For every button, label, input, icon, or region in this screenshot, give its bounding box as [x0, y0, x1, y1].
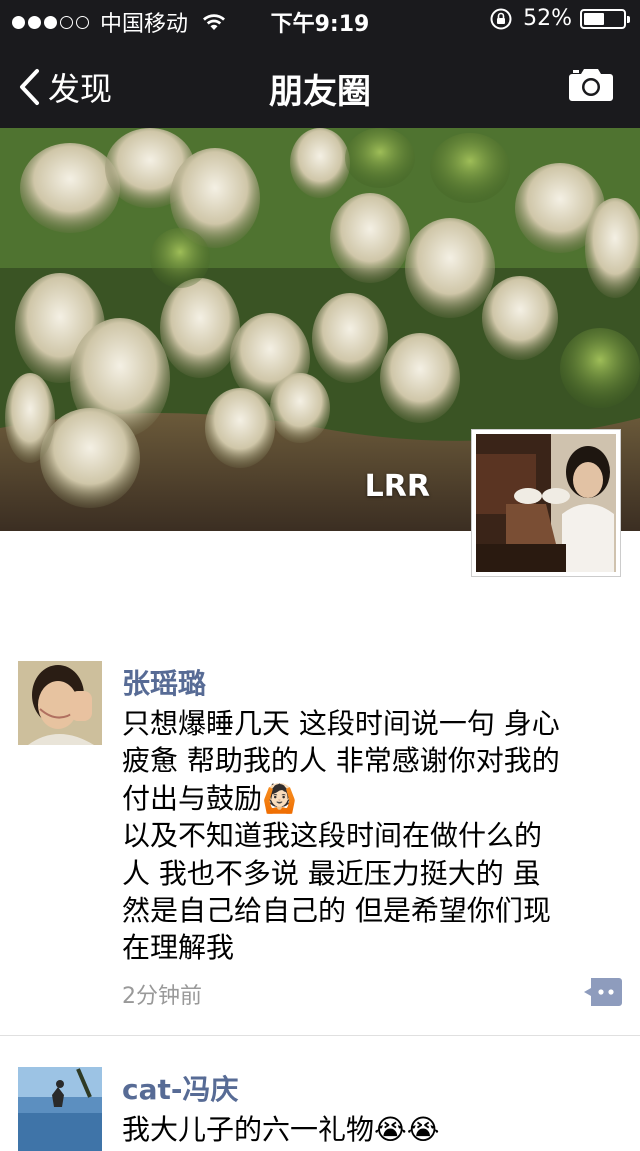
- avatar-photo: [18, 661, 102, 745]
- status-right: 52%: [489, 6, 630, 31]
- post-author-name[interactable]: cat-冯庆: [122, 1068, 239, 1108]
- avatar-photo: [476, 434, 616, 572]
- comment-icon[interactable]: [584, 978, 622, 1006]
- post-text-line: 然是自己给自己的 但是希望你们现: [122, 894, 551, 928]
- post-text: 我大儿子的六一礼物😭😭: [122, 1111, 612, 1148]
- battery-percentage: 52%: [523, 6, 572, 31]
- post-author-name[interactable]: 张瑶璐: [122, 662, 206, 702]
- cover-user-name: LRR: [364, 469, 430, 504]
- profile-avatar-image: [476, 434, 616, 572]
- post-text-line: 疲惫 帮助我的人 非常感谢你对我的: [122, 744, 560, 778]
- post-author-avatar[interactable]: [18, 661, 102, 745]
- avatar-photo: [18, 1067, 102, 1151]
- post-text-line: 在理解我: [122, 931, 235, 965]
- post-text-line: 以及不知道我这段时间在做什么的: [122, 819, 543, 853]
- battery-level: [584, 12, 604, 25]
- profile-avatar[interactable]: [471, 429, 621, 577]
- post-text: 只想爆睡几天 这段时间说一句 身心 疲惫 帮助我的人 非常感谢你对我的 付出与鼓…: [122, 705, 612, 967]
- post-text-line: 我大儿子的六一礼物😭😭: [122, 1113, 440, 1146]
- page-title: 朋友圈: [269, 72, 371, 112]
- battery-icon: [580, 8, 630, 29]
- rotation-lock-icon: [490, 8, 512, 29]
- status-bar: 中国移动 下午9:19 52%: [0, 0, 640, 40]
- post-divider: [0, 1035, 640, 1036]
- post-timestamp: 2分钟前: [122, 984, 202, 1009]
- navigation-bar: 发现 朋友圈: [0, 40, 640, 128]
- post-text-line: 只想爆睡几天 这段时间说一句 身心: [122, 707, 560, 740]
- battery-tip: [627, 15, 630, 23]
- post-text-line: 付出与鼓励🙆🏻: [122, 781, 297, 815]
- post-text-line: 人 我也不多说 最近压力挺大的 虽: [122, 856, 541, 890]
- post-author-avatar[interactable]: [18, 1067, 102, 1151]
- camera-icon[interactable]: [568, 66, 614, 102]
